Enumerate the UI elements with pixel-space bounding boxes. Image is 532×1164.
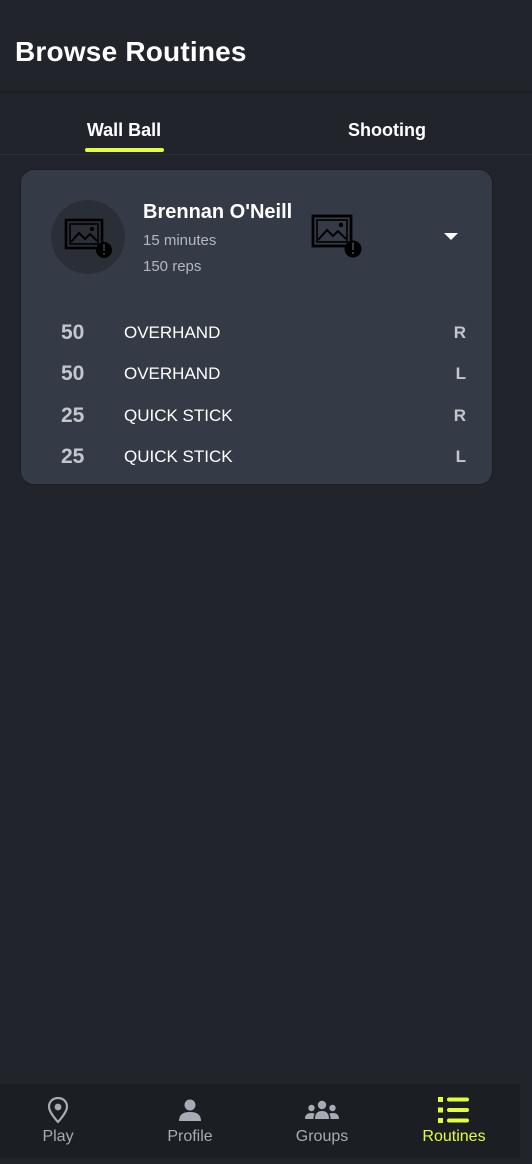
exercise-name: QUICK STICK (124, 406, 233, 425)
tab-label: Shooting (348, 120, 426, 140)
group-icon (305, 1100, 339, 1119)
exercise-side: L (455, 447, 466, 466)
list-item: 50 OVERHAND R (21, 313, 494, 353)
broken-image-icon (64, 218, 112, 258)
location-pin-icon (48, 1097, 68, 1123)
exercise-name: QUICK STICK (124, 447, 233, 466)
routine-reps: 150 reps (143, 258, 202, 275)
expand-button[interactable] (436, 224, 466, 248)
exercise-count: 50 (61, 362, 85, 385)
nav-label: Profile (167, 1128, 213, 1145)
nav-item-play[interactable]: Play (0, 1084, 123, 1158)
routine-author: Brennan O'Neill (143, 201, 293, 223)
exercise-count: 50 (61, 321, 85, 344)
avatar (51, 200, 125, 274)
list-icon (438, 1097, 469, 1123)
routine-tabs: Wall Ball Shooting (0, 95, 532, 155)
nav-label: Routines (422, 1128, 486, 1145)
routine-card[interactable]: Brennan O'Neill 15 minutes 150 reps 50 O… (20, 169, 493, 485)
app-header: Browse Routines (0, 0, 532, 93)
exercise-side: L (455, 364, 466, 383)
list-item: 25 QUICK STICK R (21, 396, 494, 436)
nav-item-profile[interactable]: Profile (125, 1084, 255, 1158)
exercise-side: R (453, 323, 466, 342)
exercise-count: 25 (61, 404, 85, 427)
list-item: 25 QUICK STICK L (21, 437, 494, 477)
nav-label: Play (42, 1128, 74, 1145)
bottom-nav: Play Profile Groups Routines (0, 1084, 520, 1158)
broken-image-icon (311, 214, 362, 258)
page-title: Browse Routines (15, 36, 247, 67)
exercise-name: OVERHAND (124, 323, 221, 342)
person-icon (179, 1099, 201, 1121)
tab-wall-ball[interactable]: Wall Ball (0, 95, 257, 155)
nav-item-groups[interactable]: Groups (257, 1084, 387, 1158)
routine-duration: 15 minutes (143, 232, 217, 249)
nav-item-routines[interactable]: Routines (389, 1084, 519, 1158)
tab-shooting[interactable]: Shooting (254, 95, 520, 155)
nav-label: Groups (295, 1128, 349, 1145)
active-tab-indicator (85, 148, 164, 152)
list-item: 50 OVERHAND L (21, 354, 494, 394)
exercise-side: R (453, 406, 466, 425)
exercise-name: OVERHAND (124, 364, 221, 383)
caret-down-icon (444, 232, 458, 240)
exercise-count: 25 (61, 445, 85, 468)
